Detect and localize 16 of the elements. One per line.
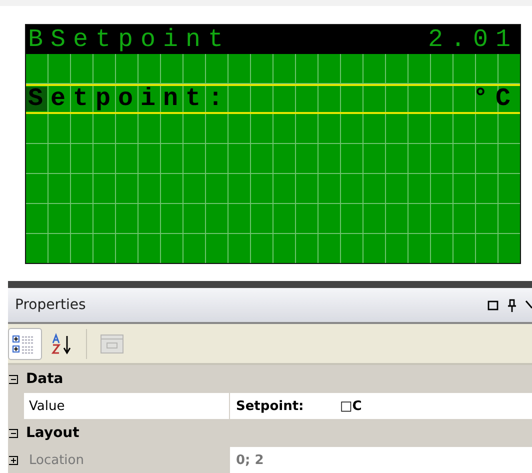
expand-toggle[interactable] (9, 456, 18, 464)
property-value[interactable]: 0; 2 (230, 447, 532, 473)
collapse-toggle[interactable] (9, 428, 18, 438)
screen-title: BSetpoint (28, 28, 231, 52)
window-icon (99, 332, 125, 354)
pin-icon[interactable] (507, 298, 517, 312)
version-number: 2.01 (428, 28, 518, 52)
category-label: Layout (26, 425, 80, 441)
collapse-toggle[interactable] (9, 374, 18, 384)
close-icon[interactable] (525, 300, 532, 310)
property-name: Value (24, 393, 230, 419)
category-label: Data (26, 371, 64, 387)
property-value[interactable]: Setpoint: □C (230, 393, 532, 419)
panel-title: Properties (15, 297, 86, 313)
window-restore-icon[interactable] (487, 299, 499, 311)
categorized-view-button[interactable] (8, 328, 42, 360)
